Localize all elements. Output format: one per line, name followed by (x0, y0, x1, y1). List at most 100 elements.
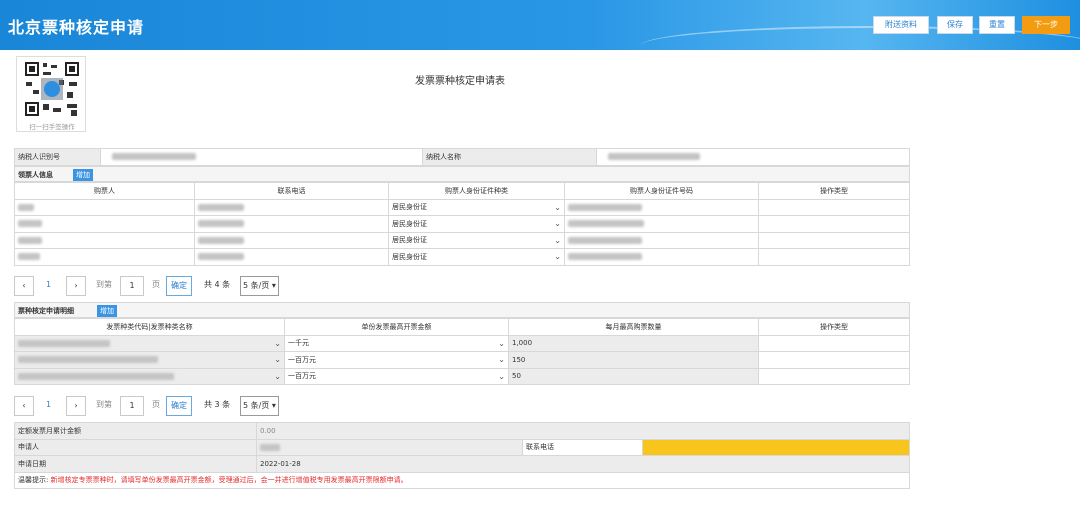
add-ticket-button[interactable]: 增加 (97, 305, 117, 317)
monthly-qty-field[interactable]: 150 (508, 351, 759, 369)
col-operation: 操作类型 (758, 182, 910, 200)
buyer-phone-input[interactable] (194, 231, 389, 249)
operation-cell (758, 231, 910, 249)
page-size-value: 5 条/页 (243, 281, 270, 290)
ticket-section: 票种核定申请明细 增加 发票种类代码|发票种类名称 单份发票最高开票金额 每月最… (14, 302, 910, 385)
goto-label: 到第 (96, 280, 112, 289)
page-title: 北京票种核定申请 (8, 18, 145, 37)
table-row: 居民身份证 ⌄ (14, 198, 910, 216)
col-id-type: 购票人身份证件种类 (388, 182, 565, 200)
total-count: 共 4 条 (204, 280, 231, 289)
confirm-page-button[interactable]: 确定 (166, 396, 192, 416)
qr-code-card: 扫一扫手签操作 (16, 56, 86, 132)
invoice-type-select[interactable]: ⌄ (14, 351, 285, 369)
col-invoice-type: 发票种类代码|发票种类名称 (14, 318, 285, 336)
operation-cell (758, 334, 910, 352)
max-amount-select[interactable]: 一百万元 ⌄ (284, 351, 509, 369)
ticket-section-bar: 票种核定申请明细 增加 (14, 302, 910, 318)
col-buyer: 购票人 (14, 182, 195, 200)
chevron-down-icon: ⌄ (498, 355, 505, 364)
id-type-select[interactable]: 居民身份证 ⌄ (388, 248, 565, 266)
quota-label: 定额发票月累计金额 (14, 422, 257, 440)
chevron-down-icon: ⌄ (554, 252, 561, 261)
table-row: 居民身份证 ⌄ (14, 231, 910, 249)
prev-page-button[interactable]: ‹ (14, 396, 34, 416)
monthly-qty-field[interactable]: 1,000 (508, 334, 759, 352)
applicant-value[interactable] (256, 438, 523, 456)
max-amount-select[interactable]: 一千元 ⌄ (284, 334, 509, 352)
next-page-button[interactable]: › (66, 276, 86, 296)
col-phone: 联系电话 (194, 182, 389, 200)
buyer-name-input[interactable] (14, 198, 195, 216)
max-amount-select[interactable]: 一百万元 ⌄ (284, 367, 509, 385)
chevron-down-icon: ⌄ (274, 371, 281, 381)
table-row: ⌄ 一百万元 ⌄ 150 (14, 351, 910, 369)
applicant-label: 申请人 (14, 438, 257, 456)
phone-input[interactable] (642, 438, 910, 456)
operation-cell (758, 351, 910, 369)
id-type-value: 居民身份证 (392, 252, 427, 261)
col-monthly-qty: 每月最高购票数量 (508, 318, 759, 336)
tip-text: 新增核定专票票种时，请填写单份发票最高开票金额，受理通过后，会一并进行增值税专用… (50, 476, 408, 485)
goto-page-input[interactable]: 1 (120, 396, 144, 416)
ticket-section-title: 票种核定申请明细 (18, 307, 74, 315)
id-type-value: 居民身份证 (392, 219, 427, 228)
goto-page-input[interactable]: 1 (120, 276, 144, 296)
operation-cell (758, 198, 910, 216)
total-count: 共 3 条 (204, 400, 231, 409)
monthly-qty-field[interactable]: 50 (508, 367, 759, 385)
chevron-down-icon: ⌄ (274, 355, 281, 364)
page-size-select[interactable]: 5 条/页 ▾ (240, 276, 279, 296)
col-id-number: 购票人身份证件号码 (564, 182, 759, 200)
date-label: 申请日期 (14, 455, 257, 473)
current-page[interactable]: 1 (46, 396, 51, 416)
id-type-value: 居民身份证 (392, 236, 427, 245)
chevron-down-icon: ⌄ (554, 202, 561, 212)
buyer-name-input[interactable] (14, 248, 195, 266)
confirm-page-button[interactable]: 确定 (166, 276, 192, 296)
buyer-section: 领票人信息 增加 购票人 联系电话 购票人身份证件种类 购票人身份证件号码 操作… (14, 166, 910, 266)
id-type-select[interactable]: 居民身份证 ⌄ (388, 198, 565, 216)
buyer-section-bar: 领票人信息 增加 (14, 166, 910, 182)
invoice-type-select[interactable]: ⌄ (14, 334, 285, 352)
id-number-input[interactable] (564, 248, 759, 266)
id-number-input[interactable] (564, 215, 759, 233)
current-page[interactable]: 1 (46, 276, 51, 296)
phone-label: 联系电话 (522, 438, 643, 456)
table-row: 居民身份证 ⌄ (14, 248, 910, 266)
tip-label: 温馨提示: (18, 476, 49, 485)
add-buyer-button[interactable]: 增加 (73, 169, 93, 181)
table-row: ⌄ 一百万元 ⌄ 50 (14, 367, 910, 385)
buyer-phone-input[interactable] (194, 215, 389, 233)
id-number-input[interactable] (564, 231, 759, 249)
attach-docs-button[interactable]: 附送资料 (873, 16, 929, 34)
chevron-down-icon: ▾ (271, 401, 276, 410)
page-size-value: 5 条/页 (243, 401, 270, 410)
buyer-phone-input[interactable] (194, 248, 389, 266)
quota-value: 0.00 (256, 422, 910, 440)
next-page-button[interactable]: › (66, 396, 86, 416)
taxpayer-id-value (100, 148, 423, 166)
goto-label: 到第 (96, 400, 112, 409)
next-step-button[interactable]: 下一步 (1022, 16, 1070, 34)
col-operation: 操作类型 (758, 318, 910, 336)
buyer-name-input[interactable] (14, 231, 195, 249)
table-row: 居民身份证 ⌄ (14, 215, 910, 233)
page-unit-label: 页 (152, 280, 160, 289)
id-type-select[interactable]: 居民身份证 ⌄ (388, 215, 565, 233)
reset-button[interactable]: 重置 (979, 16, 1015, 34)
id-number-input[interactable] (564, 198, 759, 216)
chevron-down-icon: ▾ (271, 281, 276, 290)
taxpayer-name-value (596, 148, 910, 166)
buyer-phone-input[interactable] (194, 198, 389, 216)
invoice-type-select[interactable]: ⌄ (14, 367, 285, 385)
buyer-name-input[interactable] (14, 215, 195, 233)
summary-section: 定额发票月累计金额 0.00 申请人 联系电话 申请日期 2022-01-28 … (14, 422, 910, 489)
page-size-select[interactable]: 5 条/页 ▾ (240, 396, 279, 416)
page-unit-label: 页 (152, 400, 160, 409)
id-type-select[interactable]: 居民身份证 ⌄ (388, 231, 565, 249)
prev-page-button[interactable]: ‹ (14, 276, 34, 296)
max-amount-value: 一千元 (288, 339, 309, 348)
col-max-amount: 单份发票最高开票金额 (284, 318, 509, 336)
save-button[interactable]: 保存 (937, 16, 973, 34)
